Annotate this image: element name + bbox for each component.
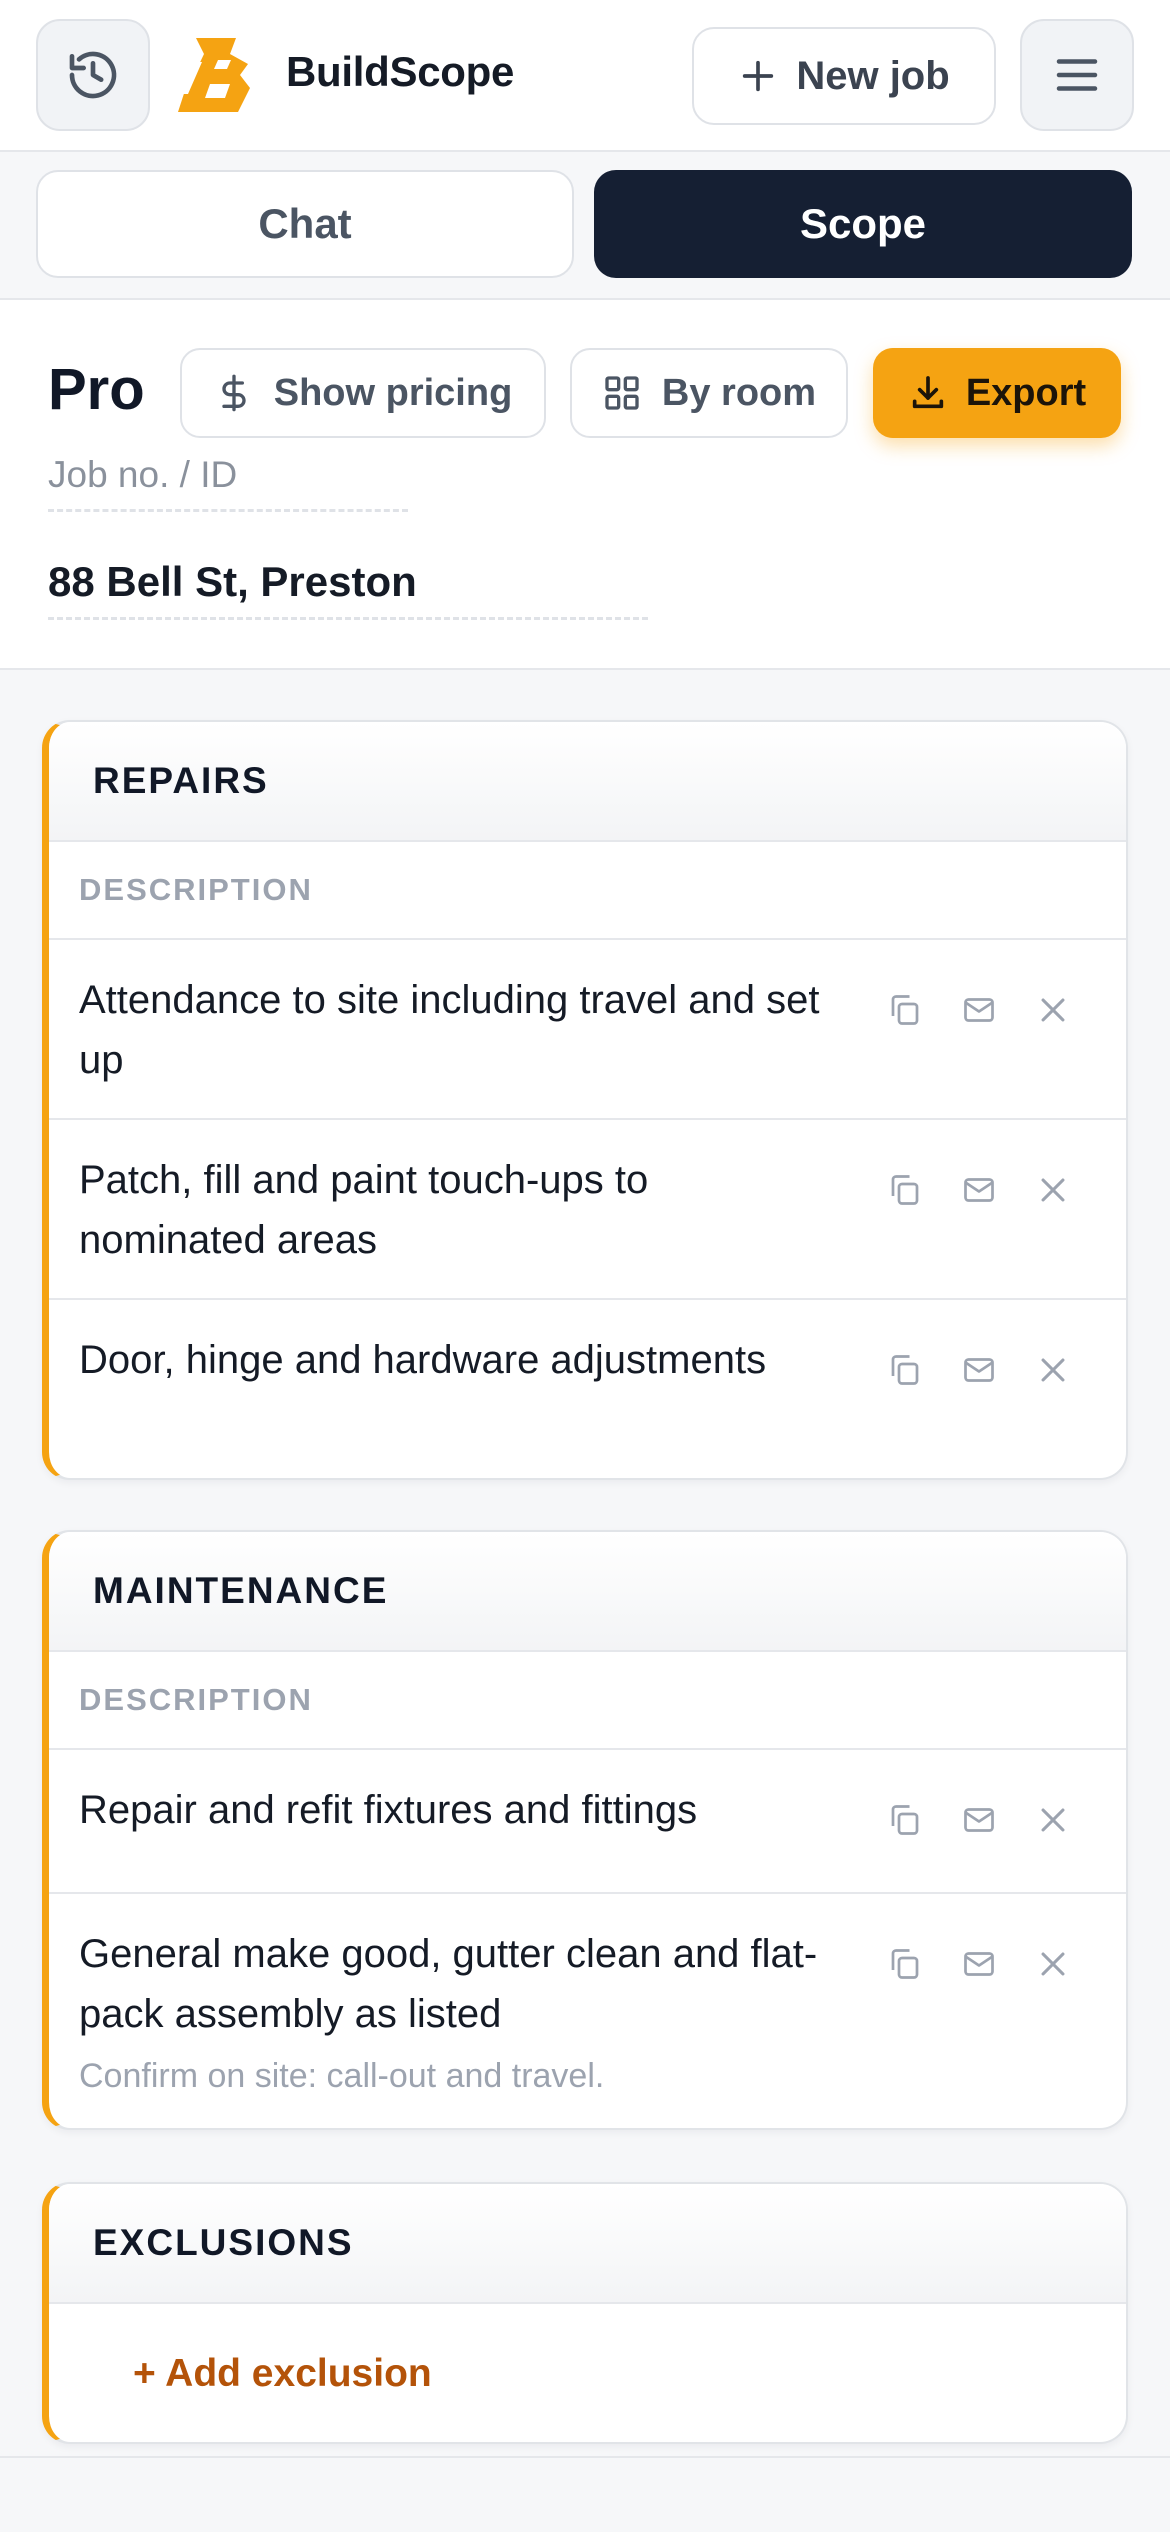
copy-icon [891, 995, 919, 1025]
copy-icon [891, 1949, 919, 1979]
copy-button[interactable] [885, 990, 925, 1030]
remove-button[interactable] [1033, 1944, 1073, 1984]
close-icon [1041, 1178, 1065, 1202]
section-maintenance: MAINTENANCE DESCRIPTION Repair and refit… [42, 1530, 1128, 2130]
row-note: Confirm on site: call-out and travel. [79, 2057, 605, 2095]
mail-icon [964, 1952, 994, 1976]
tab-chat[interactable]: Chat [36, 170, 574, 278]
view-tabs: Chat Scope [0, 152, 1170, 300]
mail-icon [964, 1808, 994, 1832]
table-row: Repair and refit fixtures and fittings [49, 1750, 1126, 1894]
dollar-icon [222, 374, 246, 412]
row-actions [885, 1170, 1073, 1210]
copy-icon [891, 1175, 919, 1205]
mail-icon [964, 998, 994, 1022]
copy-button[interactable] [885, 1944, 925, 1984]
close-icon [1041, 1952, 1065, 1976]
section-repairs: REPAIRS DESCRIPTION Attendance to site i… [42, 720, 1128, 1480]
email-button[interactable] [959, 990, 999, 1030]
brand-name: BuildScope [286, 48, 515, 95]
row-description-text[interactable]: General make good, gutter clean and flat… [79, 1932, 817, 2036]
row-description[interactable]: Repair and refit fixtures and fittings [79, 1780, 839, 1840]
plan-tier-label: Pro [48, 357, 145, 422]
grid-icon [605, 376, 639, 410]
row-description[interactable]: Patch, fill and paint touch-ups to nomin… [79, 1150, 839, 1270]
app-header: BuildScope New job [0, 0, 1170, 152]
close-icon [1041, 1808, 1065, 1832]
email-button[interactable] [959, 1350, 999, 1390]
remove-button[interactable] [1033, 1170, 1073, 1210]
remove-button[interactable] [1033, 1350, 1073, 1390]
email-button[interactable] [959, 1944, 999, 1984]
history-icon [69, 51, 117, 99]
row-description: General make good, gutter clean and flat… [79, 1924, 839, 2100]
close-icon [1041, 998, 1065, 1022]
add-exclusion-link[interactable]: + Add exclusion [133, 2352, 432, 2396]
row-description[interactable]: Attendance to site including travel and … [79, 970, 839, 1090]
export-label: Export [965, 371, 1087, 414]
email-button[interactable] [959, 1170, 999, 1210]
row-actions [885, 990, 1073, 1030]
copy-button[interactable] [885, 1800, 925, 1840]
by-room-label: By room [661, 371, 817, 414]
description-column-header: DESCRIPTION [49, 842, 1126, 940]
tab-scope[interactable]: Scope [594, 170, 1132, 278]
section-exclusions: EXCLUSIONS + Add exclusion [42, 2182, 1128, 2444]
show-pricing-label: Show pricing [273, 371, 513, 414]
export-button[interactable]: Export [873, 348, 1121, 438]
table-row: Patch, fill and paint touch-ups to nomin… [49, 1120, 1126, 1300]
by-room-button[interactable]: By room [570, 348, 848, 438]
row-actions [885, 1350, 1073, 1390]
copy-button[interactable] [885, 1350, 925, 1390]
table-row: General make good, gutter clean and flat… [49, 1894, 1126, 2126]
menu-button[interactable] [1020, 19, 1134, 131]
section-title: EXCLUSIONS [49, 2184, 1126, 2304]
row-actions [885, 1800, 1073, 1840]
buildscope-logo [174, 34, 254, 116]
copy-icon [891, 1355, 919, 1385]
table-row: Door, hinge and hardware adjustments [49, 1300, 1126, 1478]
description-column-header: DESCRIPTION [49, 1652, 1126, 1750]
section-title: MAINTENANCE [49, 1532, 1126, 1652]
show-pricing-button[interactable]: Show pricing [180, 348, 546, 438]
row-description[interactable]: Door, hinge and hardware adjustments [79, 1330, 839, 1390]
remove-button[interactable] [1033, 990, 1073, 1030]
section-title: REPAIRS [49, 722, 1126, 842]
copy-icon [891, 1805, 919, 1835]
mail-icon [964, 1178, 994, 1202]
table-row: Attendance to site including travel and … [49, 940, 1126, 1120]
new-job-label: New job [796, 53, 950, 98]
mail-icon [964, 1358, 994, 1382]
divider [0, 2456, 1170, 2458]
download-icon [912, 376, 943, 409]
close-icon [1041, 1358, 1065, 1382]
plus-icon [743, 60, 774, 92]
new-job-button[interactable]: New job [692, 27, 996, 125]
remove-button[interactable] [1033, 1800, 1073, 1840]
job-number-field[interactable]: Job no. / ID [48, 454, 408, 512]
menu-icon [1056, 59, 1098, 91]
copy-button[interactable] [885, 1170, 925, 1210]
email-button[interactable] [959, 1800, 999, 1840]
job-info-panel: Pro Show pricing By room Export Job no. … [0, 300, 1170, 670]
row-actions [885, 1944, 1073, 1984]
job-address-field[interactable]: 88 Bell St, Preston [48, 558, 648, 620]
history-button[interactable] [36, 19, 150, 131]
